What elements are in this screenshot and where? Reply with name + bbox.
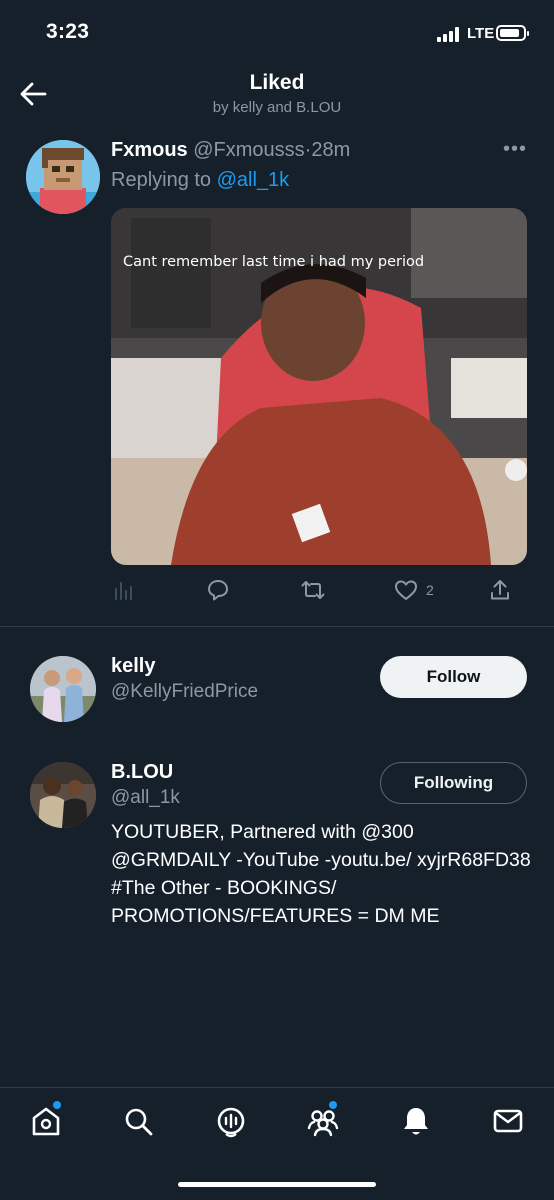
share-icon (491, 580, 509, 600)
analytics-button[interactable] (112, 578, 134, 602)
search-icon (125, 1108, 153, 1136)
user-name[interactable]: kelly (111, 655, 155, 678)
tweet-display-name[interactable]: Fxmous (111, 139, 188, 161)
tweet-avatar[interactable] (26, 140, 100, 214)
retweet-icon (301, 581, 325, 599)
follow-button[interactable]: Follow (380, 656, 527, 698)
share-button[interactable] (489, 578, 511, 602)
tab-messages[interactable] (492, 1104, 524, 1138)
like-button[interactable]: 2 (394, 578, 434, 602)
reply-button[interactable] (206, 578, 230, 602)
user-avatar[interactable] (30, 762, 96, 828)
like-count: 2 (426, 582, 434, 598)
tweet-header: Fxmous @Fxmousss·28m (111, 139, 350, 162)
reply-icon (208, 580, 228, 601)
analytics-icon (115, 582, 132, 600)
replying-to: Replying to @all_1k (111, 169, 289, 192)
section-divider (0, 626, 554, 627)
signal-icon (437, 26, 463, 42)
tab-home[interactable] (30, 1101, 62, 1138)
messages-icon (493, 1109, 523, 1133)
more-options-icon[interactable]: ••• (503, 138, 527, 161)
notification-dot (329, 1101, 337, 1109)
network-label: LTE (467, 25, 495, 42)
media-caption: Cant remember last time i had my period (123, 254, 425, 270)
home-icon (32, 1107, 60, 1136)
user-avatar[interactable] (30, 656, 96, 722)
tab-communities[interactable] (307, 1101, 339, 1138)
page-subtitle: by kelly and B.LOU (212, 99, 342, 116)
status-time: 3:23 (46, 20, 90, 43)
like-icon (395, 580, 417, 600)
page-title: Liked (249, 71, 305, 94)
tab-notifications[interactable] (400, 1104, 432, 1138)
user-bio: YOUTUBER, Partnered with @300 @GRMDAILY … (111, 821, 531, 927)
notification-dot (53, 1101, 61, 1109)
tab-bar-divider (0, 1087, 554, 1088)
tweet-handle: @Fxmousss (193, 139, 305, 161)
spaces-icon (217, 1107, 245, 1138)
notifications-icon (404, 1108, 428, 1135)
tweet-media[interactable]: Cant remember last time i had my period (111, 208, 527, 565)
user-handle: @all_1k (111, 787, 180, 808)
communities-icon (307, 1110, 339, 1137)
tab-spaces[interactable] (215, 1104, 247, 1138)
following-button[interactable]: Following (380, 762, 527, 804)
user-name[interactable]: B.LOU (111, 761, 173, 784)
user-handle: @KellyFriedPrice (111, 681, 259, 702)
replying-prefix: Replying to (111, 169, 212, 191)
home-indicator (178, 1182, 376, 1187)
tab-search[interactable] (123, 1104, 155, 1138)
replying-to-link[interactable]: @all_1k (217, 169, 290, 191)
retweet-button[interactable] (300, 578, 326, 602)
battery-icon (496, 25, 529, 41)
tweet-time: 28m (311, 139, 351, 161)
